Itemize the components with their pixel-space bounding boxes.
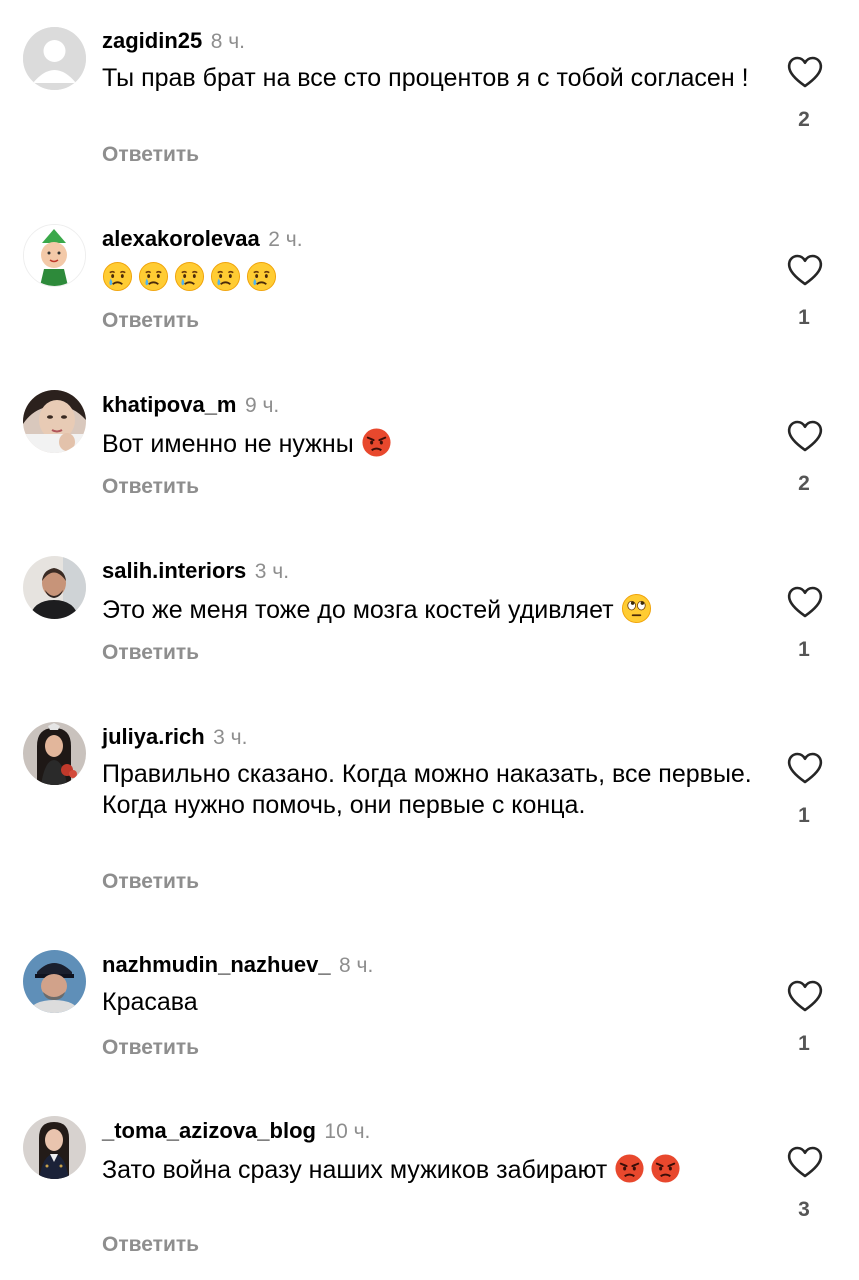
reply-button[interactable]: Ответить <box>102 142 199 168</box>
avatar[interactable] <box>23 224 86 287</box>
comment-username[interactable]: zagidin25 <box>102 28 202 53</box>
comment-time: 8 ч. <box>339 954 374 977</box>
heart-outline-icon[interactable] <box>787 980 823 1012</box>
comment-username[interactable]: salih.interiors <box>102 558 246 583</box>
heart-outline-icon[interactable] <box>787 254 823 286</box>
comment-username[interactable]: nazhmudin_nazhuev_ <box>102 952 331 977</box>
reply-button[interactable]: Ответить <box>102 474 199 500</box>
comment-username[interactable]: khatipova_m <box>102 392 237 417</box>
angry-face-emoji <box>614 1153 645 1184</box>
comment-username[interactable]: alexakorolevaa <box>102 226 260 251</box>
default-avatar-icon[interactable] <box>23 27 86 90</box>
avatar[interactable] <box>23 390 86 453</box>
reply-button[interactable]: Ответить <box>102 640 199 666</box>
like-count: 1 <box>798 638 810 661</box>
avatar[interactable] <box>23 556 86 619</box>
crying-face-emoji <box>210 261 241 292</box>
like-count: 1 <box>798 306 810 329</box>
comment-text: Красава <box>102 988 198 1016</box>
like-count: 3 <box>798 1198 810 1221</box>
crying-face-emoji <box>246 261 277 292</box>
reply-button[interactable]: Ответить <box>102 1035 199 1061</box>
comment-text: Вот именно не нужны <box>102 427 752 460</box>
comment-text: Правильно сказано. Когда можно наказать,… <box>102 760 752 819</box>
comment-username[interactable]: _toma_azizova_blog <box>102 1118 316 1143</box>
like-count: 1 <box>798 804 810 827</box>
angry-face-emoji <box>650 1153 681 1184</box>
comment-time: 3 ч. <box>254 560 290 583</box>
comment-text <box>102 261 752 294</box>
reply-button[interactable]: Ответить <box>102 869 199 895</box>
like-count: 2 <box>798 472 810 495</box>
avatar[interactable] <box>23 1116 86 1179</box>
comment-time: 9 ч. <box>244 394 280 417</box>
like-count: 2 <box>798 108 810 131</box>
comment-time: 10 ч. <box>324 1120 371 1143</box>
comment-text: Зато война сразу наших мужиков забирают <box>102 1153 752 1186</box>
heart-outline-icon[interactable] <box>787 1146 823 1178</box>
crying-face-emoji <box>174 261 205 292</box>
crying-face-emoji <box>102 261 133 292</box>
crying-face-emoji <box>138 261 169 292</box>
comment-text: Это же меня тоже до мозга костей удивляе… <box>102 593 752 626</box>
avatar[interactable] <box>23 722 86 785</box>
comment-time: 8 ч. <box>210 30 245 53</box>
heart-outline-icon[interactable] <box>787 752 823 784</box>
reply-button[interactable]: Ответить <box>102 1232 199 1258</box>
comment-time: 2 ч. <box>268 228 303 251</box>
angry-face-emoji <box>361 427 392 458</box>
heart-outline-icon[interactable] <box>787 56 823 88</box>
comment-username[interactable]: juliya.rich <box>102 724 205 749</box>
comment-text: Ты прав брат на все сто процентов я с то… <box>102 64 749 92</box>
reply-button[interactable]: Ответить <box>102 308 199 334</box>
comment-time: 3 ч. <box>213 726 248 749</box>
heart-outline-icon[interactable] <box>787 586 823 618</box>
like-count: 1 <box>798 1032 810 1055</box>
eye-roll-emoji <box>621 593 652 624</box>
avatar[interactable] <box>23 950 86 1013</box>
heart-outline-icon[interactable] <box>787 420 823 452</box>
